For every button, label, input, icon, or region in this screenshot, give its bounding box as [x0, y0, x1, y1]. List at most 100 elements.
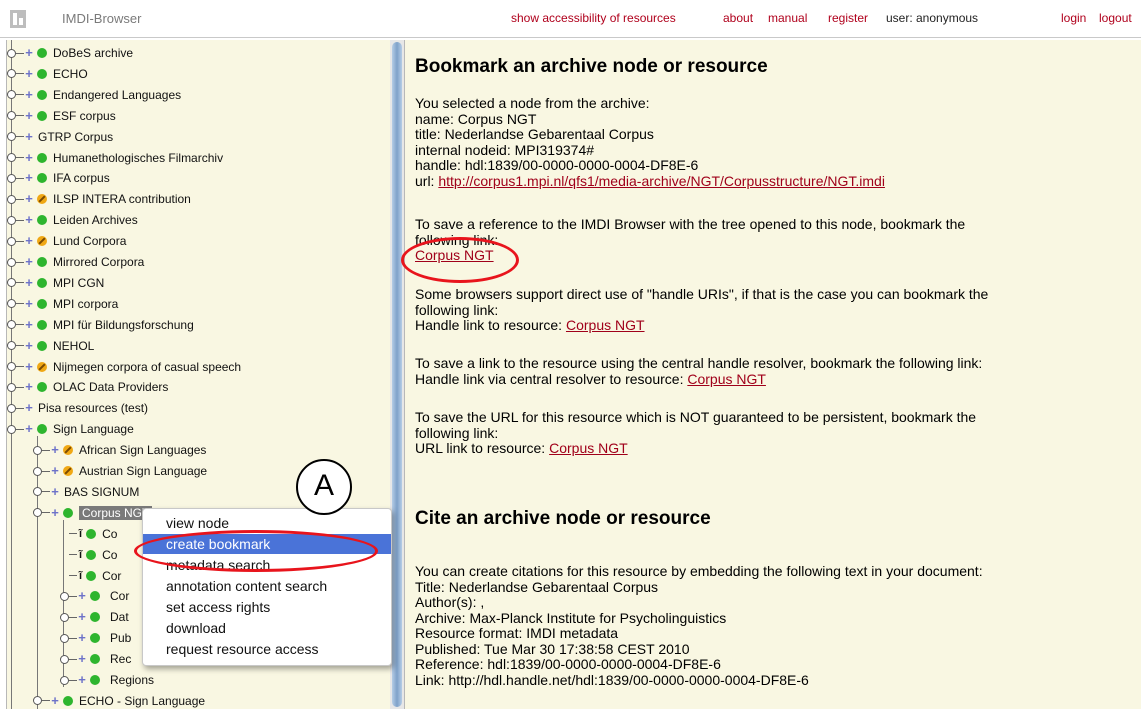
tree-node[interactable]: + ILSP INTERA contribution — [7, 189, 191, 209]
expand-toggle-icon[interactable] — [7, 153, 16, 162]
expand-toggle-icon[interactable] — [7, 90, 16, 100]
tree-node[interactable]: + NEHOL — [7, 336, 94, 356]
tree-node[interactable]: + Sign Language — [7, 419, 134, 439]
tree-node-label[interactable]: Leiden Archives — [53, 213, 138, 227]
expand-toggle-icon[interactable] — [7, 194, 16, 204]
url-resource-link[interactable]: Corpus NGT — [549, 440, 628, 456]
expand-toggle-icon[interactable] — [7, 320, 16, 330]
tree-node[interactable]: + Lund Corpora — [7, 231, 126, 251]
tree-node-label[interactable]: ILSP INTERA contribution — [53, 192, 191, 206]
menu-item-download[interactable]: download — [143, 618, 391, 638]
expand-toggle-icon[interactable] — [60, 591, 69, 601]
central-resolver-link[interactable]: Corpus NGT — [687, 371, 766, 387]
tree-node-label[interactable]: ESF corpus — [53, 109, 116, 123]
tree-node-label[interactable]: ECHO - Sign Language — [79, 694, 205, 708]
scrollbar-thumb[interactable] — [392, 42, 402, 707]
tree-node[interactable]: + MPI corpora — [7, 294, 118, 314]
tree-node-label[interactable]: MPI CGN — [53, 276, 104, 290]
menu-item-annotation-content-search[interactable]: annotation content search — [143, 576, 391, 596]
tree-node-label[interactable]: Pisa resources (test) — [38, 401, 148, 415]
expand-toggle-icon[interactable] — [7, 236, 16, 246]
expand-toggle-icon[interactable] — [7, 424, 16, 434]
tree-node[interactable]: + IFA corpus — [7, 168, 110, 188]
tree-node[interactable]: + ESF corpus — [7, 106, 116, 126]
tree-node[interactable]: + Corpus NGT — [33, 503, 153, 523]
tree-node[interactable]: + DoBeS archive — [7, 43, 133, 63]
tree-node[interactable]: + Pisa resources (test) — [7, 398, 148, 418]
expand-toggle-icon[interactable] — [33, 487, 42, 497]
expand-toggle-icon[interactable] — [33, 508, 42, 518]
tree-node[interactable]: + Regions — [60, 670, 154, 690]
tree-node[interactable]: + Endangered Languages — [7, 85, 181, 105]
tree-node[interactable]: + MPI CGN — [7, 273, 104, 293]
tree-node-label[interactable]: MPI corpora — [53, 297, 118, 311]
tree-node[interactable]: + Leiden Archives — [7, 210, 138, 230]
expand-toggle-icon[interactable] — [7, 111, 16, 121]
tree-node-label[interactable]: Cor — [102, 569, 121, 583]
tree-node[interactable]: ĩ Co — [60, 545, 117, 565]
tree-node-label[interactable]: Humanethologisches Filmarchiv — [53, 151, 223, 165]
show-accessibility-link[interactable]: show accessibility of resources — [511, 11, 676, 25]
tree-node-label[interactable]: Endangered Languages — [53, 88, 181, 102]
tree-node-label[interactable]: Lund Corpora — [53, 234, 126, 248]
tree-node[interactable]: + Austrian Sign Language — [33, 461, 207, 481]
tree-node-label[interactable]: IFA corpus — [53, 171, 110, 185]
expand-toggle-icon[interactable] — [7, 403, 16, 413]
expand-toggle-icon[interactable] — [60, 612, 69, 622]
tree-node-label[interactable]: African Sign Languages — [79, 443, 206, 457]
tree-node-label[interactable]: Mirrored Corpora — [53, 255, 144, 269]
tree-node-label[interactable]: Rec — [110, 652, 131, 666]
expand-toggle-icon[interactable] — [7, 48, 16, 58]
tree-node[interactable]: + Mirrored Corpora — [7, 252, 144, 272]
tree-node-label[interactable]: Dat — [110, 610, 129, 624]
tree-node-label[interactable]: Pub — [110, 631, 131, 645]
tree-node-label[interactable]: GTRP Corpus — [38, 130, 113, 144]
expand-toggle-icon[interactable] — [7, 215, 16, 225]
tree-node-label[interactable]: DoBeS archive — [53, 46, 133, 60]
expand-toggle-icon[interactable] — [7, 132, 16, 142]
expand-toggle-icon[interactable] — [33, 696, 42, 706]
login-link[interactable]: login — [1061, 11, 1086, 25]
expand-toggle-icon[interactable] — [7, 278, 16, 288]
expand-toggle-icon[interactable] — [7, 382, 16, 392]
tree-node-label[interactable]: Austrian Sign Language — [79, 464, 207, 478]
expand-toggle-icon[interactable] — [60, 675, 69, 685]
tree-node-label[interactable]: BAS SIGNUM — [64, 485, 139, 499]
tree-node[interactable]: + MPI für Bildungsforschung — [7, 315, 194, 335]
handle-resource-link[interactable]: Corpus NGT — [566, 317, 645, 333]
tree-node[interactable]: + African Sign Languages — [33, 440, 206, 460]
tree-node[interactable]: + Pub — [60, 628, 131, 648]
expand-toggle-icon[interactable] — [33, 445, 42, 455]
tree-node-label[interactable]: ECHO — [53, 67, 88, 81]
expand-toggle-icon[interactable] — [60, 654, 69, 664]
tree-node[interactable]: + ECHO - Sign Language — [33, 691, 205, 709]
expand-toggle-icon[interactable] — [60, 633, 69, 643]
expand-toggle-icon[interactable] — [7, 299, 16, 309]
tree-node[interactable]: + ECHO — [7, 64, 88, 84]
tree-node-label[interactable]: Co — [102, 548, 117, 562]
tree-node[interactable]: + Humanethologisches Filmarchiv — [7, 148, 223, 168]
menu-item-request-resource-access[interactable]: request resource access — [143, 639, 391, 659]
manual-link[interactable]: manual — [768, 11, 807, 25]
tree-node-label[interactable]: Cor — [110, 589, 129, 603]
expand-toggle-icon[interactable] — [7, 341, 16, 351]
expand-toggle-icon[interactable] — [7, 362, 16, 371]
menu-item-set-access-rights[interactable]: set access rights — [143, 597, 391, 617]
about-link[interactable]: about — [723, 11, 753, 25]
logout-link[interactable]: logout — [1099, 11, 1132, 25]
tree-node[interactable]: + BAS SIGNUM — [33, 482, 139, 502]
expand-toggle-icon[interactable] — [7, 257, 16, 267]
tree-node-label[interactable]: NEHOL — [53, 339, 94, 353]
tree-node[interactable]: + GTRP Corpus — [7, 127, 113, 147]
tree-node-label[interactable]: MPI für Bildungsforschung — [53, 318, 194, 332]
tree-node[interactable]: ĩ Co — [60, 524, 117, 544]
expand-toggle-icon[interactable] — [7, 173, 16, 183]
tree-node[interactable]: + OLAC Data Providers — [7, 377, 168, 397]
tree-node[interactable]: + Rec — [60, 649, 131, 669]
tree-node-label[interactable]: Co — [102, 527, 117, 541]
tree-node[interactable]: + Cor — [60, 586, 129, 606]
expand-toggle-icon[interactable] — [7, 69, 16, 79]
tree-node-label[interactable]: Regions — [110, 673, 154, 687]
register-link[interactable]: register — [828, 11, 868, 25]
tree-node[interactable]: ĩ Cor — [60, 566, 121, 586]
